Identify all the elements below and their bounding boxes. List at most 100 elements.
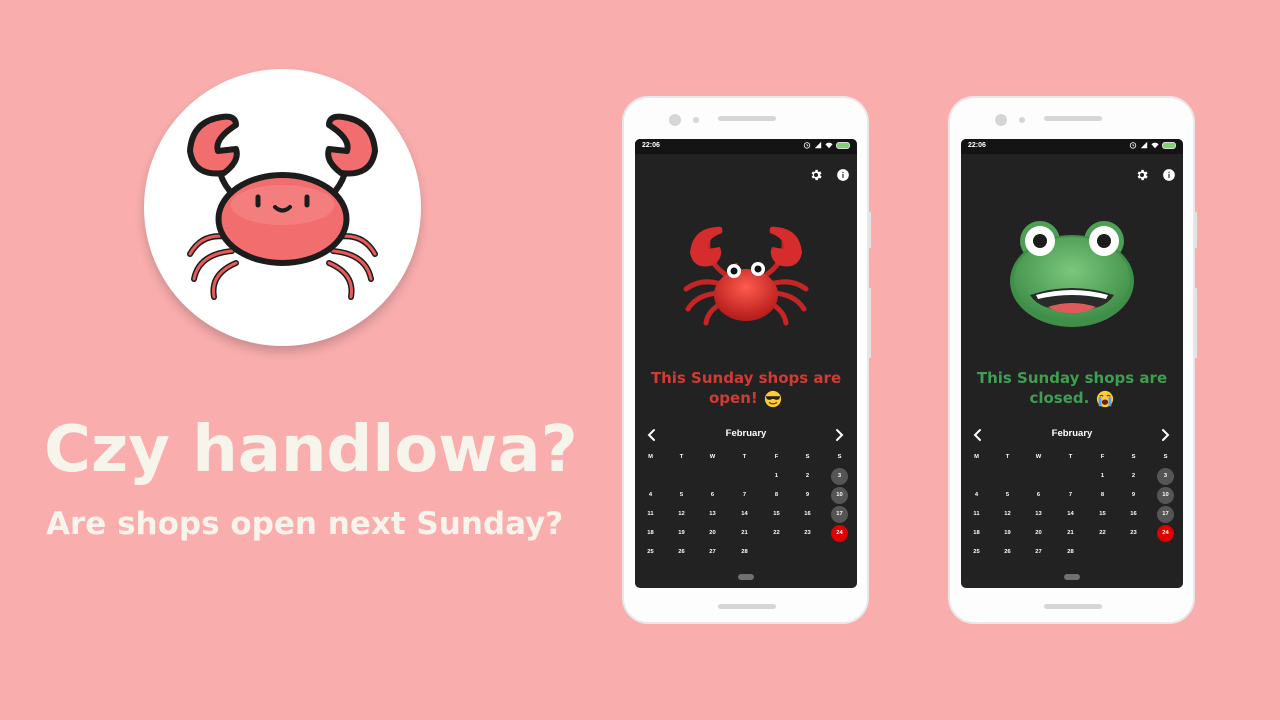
- calendar-day[interactable]: 8: [1094, 487, 1111, 504]
- status-bar: 22:06: [635, 139, 857, 154]
- gear-icon[interactable]: [809, 168, 823, 182]
- calendar-day[interactable]: 15: [768, 506, 785, 523]
- calendar-day[interactable]: 21: [1062, 525, 1079, 542]
- calendar-week-row: 123: [635, 468, 857, 487]
- calendar-day[interactable]: 4: [968, 487, 985, 504]
- calendar-day[interactable]: 14: [736, 506, 753, 523]
- calendar-day[interactable]: 16: [799, 506, 816, 523]
- weekday-label: F: [1100, 454, 1105, 460]
- calendar-week-row: 25 26 27 28: [635, 544, 857, 563]
- calendar-day[interactable]: 27: [1030, 544, 1047, 561]
- calendar-week-row: 123: [961, 468, 1183, 487]
- calendar-day[interactable]: 13: [1030, 506, 1047, 523]
- calendar-day[interactable]: 18: [642, 525, 659, 542]
- weekday-label: W: [709, 454, 716, 460]
- bottom-speaker: [1044, 604, 1102, 609]
- calendar-day[interactable]: 7: [736, 487, 753, 504]
- info-icon[interactable]: [836, 168, 850, 182]
- chevron-left-icon[interactable]: [970, 427, 986, 443]
- chevron-left-icon[interactable]: [644, 427, 660, 443]
- calendar-day[interactable]: 11: [968, 506, 985, 523]
- calendar-day[interactable]: 25: [968, 544, 985, 561]
- calendar-day[interactable]: 5: [673, 487, 690, 504]
- calendar-day[interactable]: 4: [642, 487, 659, 504]
- power-button: [1194, 212, 1197, 248]
- calendar-day[interactable]: 25: [642, 544, 659, 561]
- gesture-nav-handle[interactable]: [1064, 574, 1080, 580]
- calendar-day[interactable]: 2: [799, 468, 816, 485]
- calendar-weekday-row: MTWTFSS: [635, 449, 857, 468]
- calendar-day[interactable]: 11: [642, 506, 659, 523]
- shops-status-message: This Sunday shops are open!: [645, 368, 847, 408]
- calendar-week-row: 25 26 27 28: [961, 544, 1183, 563]
- chevron-right-icon[interactable]: [831, 427, 847, 443]
- calendar-day[interactable]: 24: [1157, 525, 1174, 542]
- gear-icon[interactable]: [1135, 168, 1149, 182]
- app-logo: [144, 69, 421, 346]
- calendar-day[interactable]: 8: [768, 487, 785, 504]
- calendar-day[interactable]: 17: [1157, 506, 1174, 523]
- calendar-day[interactable]: 19: [999, 525, 1016, 542]
- calendar-day[interactable]: 12: [673, 506, 690, 523]
- calendar-day[interactable]: 16: [1125, 506, 1142, 523]
- calendar-day[interactable]: 9: [1125, 487, 1142, 504]
- crab-icon: [683, 226, 809, 326]
- calendar-day[interactable]: 6: [1030, 487, 1047, 504]
- signal-icon: [814, 141, 822, 149]
- calendar-day[interactable]: 6: [704, 487, 721, 504]
- calendar-day[interactable]: 22: [1094, 525, 1111, 542]
- calendar-day[interactable]: 10: [1157, 487, 1174, 504]
- weekday-label: S: [805, 454, 810, 460]
- calendar-day[interactable]: 24: [831, 525, 848, 542]
- weekday-label: S: [837, 454, 842, 460]
- calendar-day[interactable]: 27: [704, 544, 721, 561]
- calendar-week-row: 4 5 6 7 8 9 10: [961, 487, 1183, 506]
- calendar-day[interactable]: 7: [1062, 487, 1079, 504]
- smiling-face-with-sunglasses-icon: [764, 390, 782, 407]
- phone-mockup-open: 22:06 This Sunday shops are open! Februa…: [622, 96, 871, 624]
- calendar-day[interactable]: 1: [1094, 468, 1111, 485]
- weekday-label: W: [1035, 454, 1042, 460]
- calendar-day[interactable]: 3: [831, 468, 848, 485]
- calendar-day[interactable]: 23: [1125, 525, 1142, 542]
- calendar-day[interactable]: 1: [768, 468, 785, 485]
- chevron-right-icon[interactable]: [1157, 427, 1173, 443]
- calendar-day[interactable]: 14: [1062, 506, 1079, 523]
- calendar-day[interactable]: 21: [736, 525, 753, 542]
- shops-status-text: This Sunday shops are closed.: [976, 369, 1168, 407]
- calendar-day[interactable]: 22: [768, 525, 785, 542]
- info-icon[interactable]: [1162, 168, 1176, 182]
- calendar-week-row: 11 12 13 14 15 16 17: [961, 506, 1183, 525]
- calendar-day[interactable]: 20: [704, 525, 721, 542]
- calendar-day[interactable]: 9: [799, 487, 816, 504]
- calendar-day[interactable]: 10: [831, 487, 848, 504]
- calendar-day[interactable]: 13: [704, 506, 721, 523]
- calendar-day[interactable]: 17: [831, 506, 848, 523]
- status-time: 22:06: [968, 142, 986, 149]
- calendar-day[interactable]: 5: [999, 487, 1016, 504]
- calendar-day[interactable]: 23: [799, 525, 816, 542]
- frog-icon: [1010, 221, 1134, 327]
- calendar-day[interactable]: 2: [1125, 468, 1142, 485]
- calendar-day[interactable]: 28: [736, 544, 753, 561]
- calendar-day[interactable]: 26: [999, 544, 1016, 561]
- calendar-day[interactable]: 19: [673, 525, 690, 542]
- wifi-icon: [1151, 142, 1159, 149]
- calendar-header: February: [635, 427, 857, 443]
- app-screen: 22:06: [961, 139, 1183, 588]
- calendar-day[interactable]: 20: [1030, 525, 1047, 542]
- calendar-day[interactable]: 26: [673, 544, 690, 561]
- status-time: 22:06: [642, 142, 660, 149]
- earpiece-speaker: [1044, 116, 1102, 121]
- app-screen: 22:06: [635, 139, 857, 588]
- weekday-label: S: [1163, 454, 1168, 460]
- calendar-day[interactable]: 18: [968, 525, 985, 542]
- calendar-day[interactable]: 3: [1157, 468, 1174, 485]
- calendar-day[interactable]: 15: [1094, 506, 1111, 523]
- weekday-label: T: [1005, 454, 1010, 460]
- proximity-sensor: [1019, 117, 1025, 123]
- gesture-nav-handle[interactable]: [738, 574, 754, 580]
- alarm-icon: [803, 142, 811, 149]
- calendar-day[interactable]: 12: [999, 506, 1016, 523]
- calendar-day[interactable]: 28: [1062, 544, 1079, 561]
